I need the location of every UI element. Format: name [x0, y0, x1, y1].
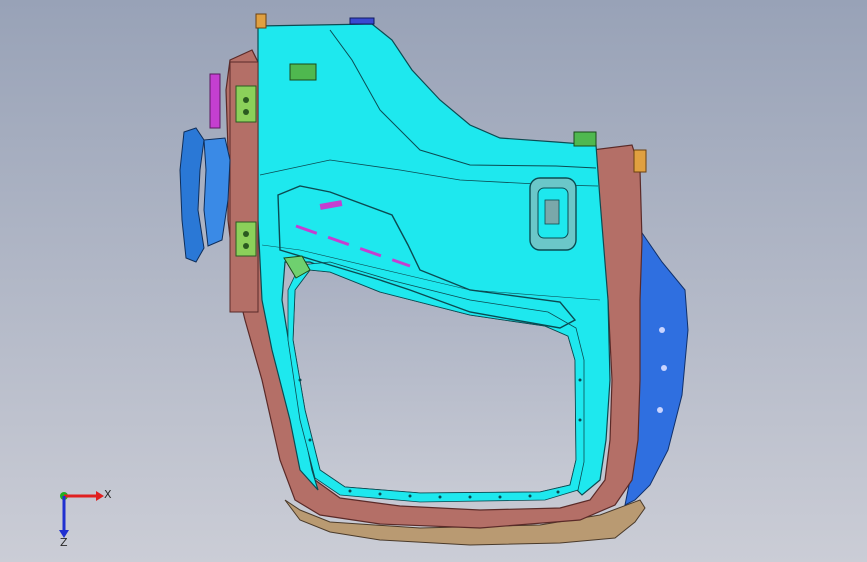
handle-detail	[544, 199, 560, 225]
axis-triad: X Z	[59, 488, 112, 548]
lower-hinge[interactable]	[235, 221, 257, 257]
x-axis-label: X	[104, 488, 112, 501]
hinge-bolt	[243, 109, 249, 115]
hinge-bolt	[243, 231, 249, 237]
x-axis-arrow	[96, 491, 104, 501]
hinge-bolt	[243, 97, 249, 103]
green-clip-top[interactable]	[289, 63, 317, 81]
cad-viewport[interactable]: X Z	[0, 0, 867, 562]
green-clip-right[interactable]	[573, 131, 597, 147]
magenta-bracket[interactable]	[209, 73, 221, 129]
blue-top-tab[interactable]	[349, 17, 375, 25]
door-assembly-model[interactable]	[0, 0, 867, 562]
orange-bracket-right[interactable]	[633, 149, 647, 173]
orange-bracket-top[interactable]	[255, 13, 267, 29]
upper-hinge[interactable]	[235, 85, 257, 123]
z-axis-label: Z	[60, 536, 68, 548]
door-check-strap[interactable]	[179, 127, 205, 263]
left-blue-bracket[interactable]	[203, 137, 231, 247]
hinge-bolt	[243, 243, 249, 249]
